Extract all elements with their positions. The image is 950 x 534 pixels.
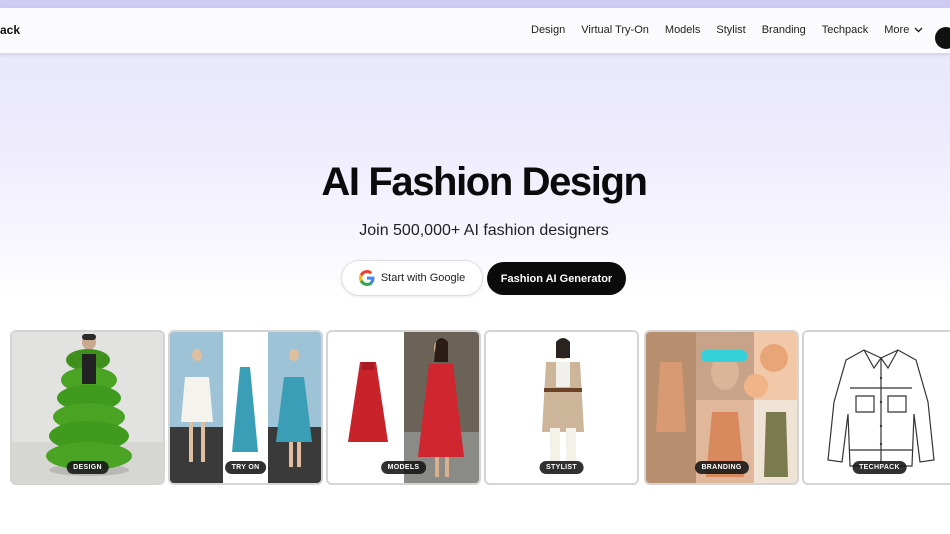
card-badge: BRANDING — [694, 461, 749, 474]
card-badge: TECHPACK — [852, 461, 907, 474]
nav-link-branding[interactable]: Branding — [762, 24, 806, 36]
start-with-google-button[interactable]: Start with Google — [341, 260, 483, 296]
feature-card-techpack[interactable]: TECHPACK — [802, 330, 950, 485]
google-icon — [358, 270, 375, 286]
feature-card-models[interactable]: MODELS — [326, 330, 481, 485]
card-badge: TRY ON — [224, 461, 267, 474]
brand-logo[interactable]: ack — [0, 23, 20, 37]
nav-link-virtual-try-on[interactable]: Virtual Try-On — [581, 24, 649, 36]
nav-link-design[interactable]: Design — [531, 24, 565, 36]
feature-card-branding[interactable]: BRANDING — [644, 330, 799, 485]
navbar: ack Design Virtual Try-On Models Stylist… — [0, 8, 950, 54]
nav-more-dropdown[interactable]: More — [884, 24, 923, 36]
nav-link-models[interactable]: Models — [665, 24, 700, 36]
nav-link-techpack[interactable]: Techpack — [822, 24, 868, 36]
card-badge: DESIGN — [66, 461, 109, 474]
hero-title: AI Fashion Design — [321, 160, 648, 204]
google-button-label: Start with Google — [380, 272, 466, 284]
card-badge: STYLIST — [539, 461, 584, 474]
chevron-down-icon — [914, 27, 923, 33]
feature-card-try-on[interactable]: TRY ON — [168, 330, 323, 485]
card-badge: MODELS — [380, 461, 427, 474]
nav-links: Design Virtual Try-On Models Stylist Bra… — [531, 24, 939, 36]
feature-card-stylist[interactable]: STYLIST — [484, 330, 639, 485]
nav-link-stylist[interactable]: Stylist — [716, 24, 745, 36]
hero-subtitle: Join 500,000+ AI fashion designers — [359, 222, 609, 239]
account-avatar[interactable] — [935, 27, 950, 49]
nav-more-label: More — [884, 24, 910, 36]
fashion-ai-generator-button[interactable]: Fashion AI Generator — [487, 262, 626, 295]
top-strip — [0, 0, 950, 8]
feature-card-design[interactable]: DESIGN — [10, 330, 165, 485]
